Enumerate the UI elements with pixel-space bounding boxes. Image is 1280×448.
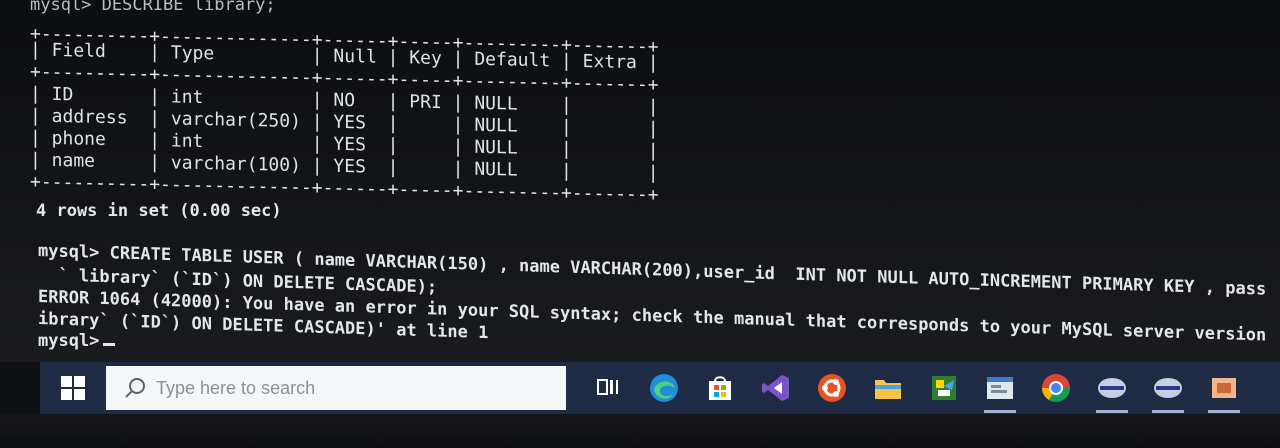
ubuntu-button[interactable]	[812, 370, 852, 406]
describe-command: mysql> DESCRIBE library;	[30, 0, 276, 15]
taskbar: Type here to search	[40, 362, 1280, 414]
edge-icon	[650, 374, 678, 402]
search-placeholder: Type here to search	[156, 377, 316, 398]
visual-studio-icon	[762, 375, 789, 401]
terminal-window[interactable]: mysql> DESCRIBE library; +----------+---…	[0, 0, 1280, 362]
screen-bezel-left	[0, 362, 40, 414]
prompt-text: mysql>	[38, 331, 100, 351]
screen: mysql> DESCRIBE library; +----------+---…	[0, 0, 1280, 448]
task-view-button[interactable]	[588, 370, 628, 406]
app-button-2[interactable]	[1204, 370, 1244, 413]
windows-icon	[61, 376, 85, 400]
mysql-client-icon	[1098, 378, 1126, 398]
store-button[interactable]	[700, 370, 740, 406]
start-button[interactable]	[40, 362, 106, 414]
chrome-icon	[1042, 374, 1070, 402]
app-button[interactable]	[980, 370, 1020, 413]
rows-in-set-text: 4 rows in set (0.00 sec)	[36, 201, 282, 221]
app-icon	[987, 377, 1013, 399]
mysql-client-button-2[interactable]	[1148, 370, 1188, 413]
search-icon	[125, 378, 145, 398]
task-view-icon	[597, 379, 618, 395]
search-box[interactable]: Type here to search	[106, 366, 566, 410]
edge-button[interactable]	[644, 370, 684, 406]
text-cursor	[103, 343, 116, 346]
ubuntu-icon	[818, 374, 846, 402]
app-icon-2	[1212, 378, 1236, 398]
file-explorer-icon	[875, 380, 901, 399]
file-explorer-button[interactable]	[868, 370, 908, 406]
chrome-button[interactable]	[1036, 370, 1076, 406]
visual-studio-button[interactable]	[756, 370, 796, 406]
paint-button[interactable]	[924, 370, 964, 406]
paint-icon	[932, 376, 956, 400]
store-icon	[709, 376, 731, 400]
screen-bezel-bottom	[0, 414, 1280, 448]
mysql-prompt[interactable]: mysql>	[38, 330, 116, 352]
mysql-client-icon-2	[1154, 378, 1182, 398]
mysql-client-button[interactable]	[1092, 370, 1132, 413]
